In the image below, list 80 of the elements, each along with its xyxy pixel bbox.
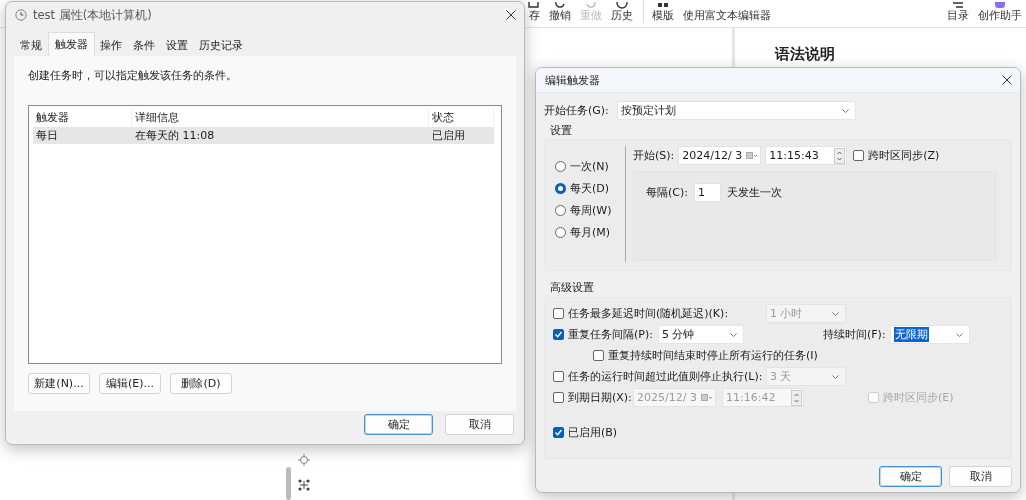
checkbox-label: 到期日期(X):: [568, 390, 632, 405]
table-cell-text: 在每天的 11:08: [134, 128, 216, 144]
checkbox-label: 任务最多延迟时间(随机延迟)(K):: [568, 306, 729, 321]
dropdown[interactable]: 按预定计划: [616, 101, 856, 120]
tab[interactable]: 操作: [95, 35, 128, 56]
calendar-icon[interactable]: [746, 152, 758, 159]
checkbox[interactable]: [553, 329, 564, 340]
clock-icon: [15, 9, 27, 21]
checkbox[interactable]: [593, 350, 604, 361]
group-title: 高级设置: [550, 280, 595, 295]
button[interactable]: 确定: [879, 466, 942, 487]
toolbar-button[interactable]: 目录: [947, 0, 969, 23]
field-label: 持续时间(F):: [823, 327, 886, 342]
description-text: 创建任务时，可以指定触发该任务的条件。: [28, 68, 238, 83]
field-label: 每隔(C):: [646, 185, 688, 200]
caret-icon: [832, 374, 839, 379]
window-title: test 属性(本地计算机): [33, 7, 152, 23]
caret-icon: [730, 332, 737, 337]
tray-icon: [528, 2, 540, 9]
toolbar-button[interactable]: 使用富文本编辑器: [683, 0, 771, 23]
toolbar-button[interactable]: 撤销: [549, 0, 571, 23]
move-icon[interactable]: [298, 479, 310, 491]
radio-button[interactable]: [555, 226, 566, 238]
tab[interactable]: 条件: [128, 35, 161, 56]
button[interactable]: 取消: [445, 414, 514, 435]
caret-icon: [832, 311, 839, 316]
close-icon[interactable]: [506, 10, 516, 20]
scrollbar[interactable]: [286, 467, 291, 500]
button[interactable]: 新建(N)...: [28, 373, 90, 394]
button[interactable]: 确定: [364, 414, 433, 435]
date-field[interactable]: 2024/12/ 3: [678, 146, 762, 165]
toolbar-button[interactable]: 模版: [652, 0, 674, 23]
crosshair-icon[interactable]: [298, 454, 310, 466]
checkbox[interactable]: [553, 308, 564, 319]
checkbox-label: 已启用(B): [568, 425, 618, 440]
caret-icon: [841, 108, 849, 113]
button[interactable]: 取消: [949, 466, 1012, 487]
checkbox[interactable]: [853, 150, 865, 161]
checkbox-label: 跨时区同步(Z): [868, 148, 940, 163]
radio-label: 每月(M): [570, 224, 611, 240]
toolbar-button[interactable]: 历史: [611, 0, 633, 23]
checkbox-label: 任务的运行时间超过此值则停止执行(L):: [568, 369, 763, 384]
number-field[interactable]: 1: [694, 183, 721, 202]
button[interactable]: 编辑(E)...: [99, 373, 161, 394]
dropdown[interactable]: 无限期: [889, 325, 970, 344]
window-title: 编辑触发器: [545, 72, 600, 88]
radio-label: 一次(N): [570, 158, 609, 174]
list-icon: [952, 2, 964, 9]
field-label: 开始任务(G):: [544, 103, 609, 118]
group-title: 设置: [550, 123, 573, 138]
checkbox-label: 重复任务间隔(P):: [568, 327, 653, 342]
toolbar-button[interactable]: 存: [528, 0, 540, 23]
checkbox[interactable]: [553, 427, 564, 438]
radio-button[interactable]: [555, 204, 566, 216]
field-label: 开始(S):: [633, 148, 675, 163]
radio-button[interactable]: [555, 160, 566, 172]
radio-label: 每天(D): [570, 180, 610, 196]
tab[interactable]: 设置: [161, 35, 194, 56]
table-cell-text: 已启用: [431, 128, 466, 144]
checkbox-label: 重复持续时间结束时停止所有运行的任务(I): [608, 348, 818, 363]
checkbox[interactable]: [553, 371, 564, 382]
checkbox-label: 跨时区同步(E): [883, 390, 954, 405]
radio-button[interactable]: [555, 182, 566, 194]
button[interactable]: 删除(D): [170, 373, 232, 394]
time-field[interactable]: 11:15:43: [765, 146, 848, 165]
toolbar-button[interactable]: 创作助手: [978, 0, 1022, 23]
table-row[interactable]: 每日 在每天的 11:08 已启用: [33, 127, 494, 144]
dropdown[interactable]: 5 分钟: [658, 325, 744, 344]
tab[interactable]: 触发器: [48, 32, 95, 56]
tab[interactable]: 历史记录: [194, 35, 249, 56]
tab[interactable]: 常规: [15, 35, 48, 56]
field-label: 天发生一次: [727, 185, 782, 200]
grid-icon: [657, 2, 669, 9]
help-heading: 语法说明: [775, 45, 835, 64]
close-icon[interactable]: [1002, 75, 1012, 85]
caret-icon: [955, 332, 963, 337]
calendar-icon[interactable]: [701, 394, 712, 401]
table-cell-text: 每日: [35, 128, 59, 144]
radio-label: 每周(W): [570, 202, 612, 218]
checkbox[interactable]: [553, 392, 564, 403]
